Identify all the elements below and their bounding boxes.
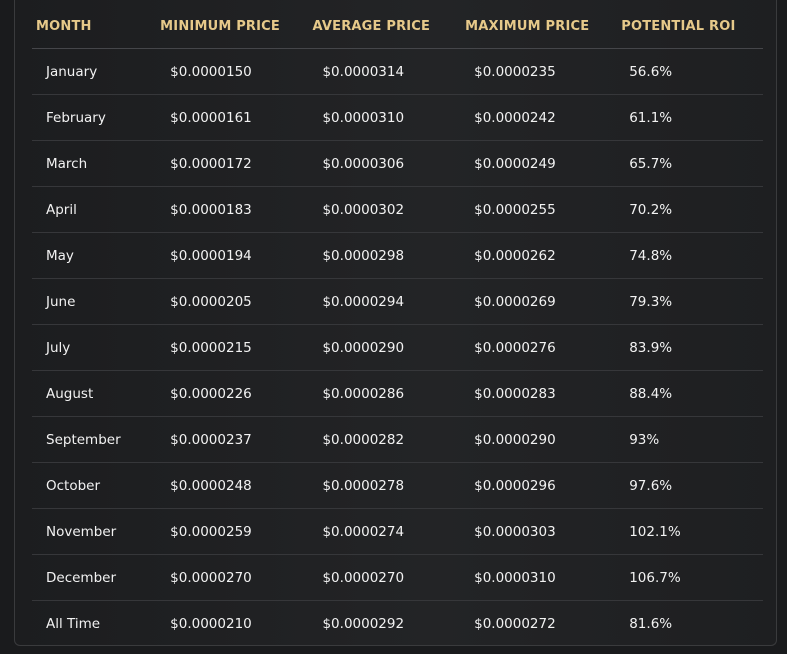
cell-potential-roi: 70.2%	[618, 186, 763, 233]
header-maximum-price: MAXIMUM PRICE	[460, 4, 619, 49]
cell-minimum-price: $0.0000194	[156, 232, 309, 279]
cell-maximum-price: $0.0000242	[460, 94, 619, 141]
cell-average-price: $0.0000294	[308, 278, 461, 325]
cell-potential-roi: 74.8%	[618, 232, 763, 279]
cell-minimum-price: $0.0000259	[156, 508, 309, 555]
cell-month: All Time	[46, 615, 101, 632]
header-row: MONTH MINIMUM PRICE AVERAGE PRICE MAXIMU…	[32, 4, 763, 49]
header-minimum-price: MINIMUM PRICE	[156, 4, 309, 49]
cell-minimum-price: $0.0000205	[156, 278, 309, 325]
cell-month: September	[32, 416, 157, 463]
cell-average-price: $0.0000282	[308, 416, 461, 463]
cell-month: March	[32, 140, 157, 187]
cell-minimum-price: $0.0000183	[156, 186, 309, 233]
cell-average-price: $0.0000310	[308, 94, 461, 141]
cell-month: February	[32, 94, 157, 141]
cell-maximum-price: $0.0000272	[474, 615, 556, 632]
cell-minimum-price: $0.0000226	[156, 370, 309, 417]
cell-average-price: $0.0000278	[308, 462, 461, 509]
table-row: June $0.0000205 $0.0000294 $0.0000269 79…	[32, 278, 763, 325]
cell-maximum-price: $0.0000235	[460, 48, 619, 95]
price-prediction-panel: MONTH MINIMUM PRICE AVERAGE PRICE MAXIMU…	[14, 0, 777, 646]
cell-month: October	[32, 462, 157, 509]
cell-minimum-price: $0.0000237	[156, 416, 309, 463]
cell-minimum-price: $0.0000210	[170, 615, 252, 632]
cell-minimum-price: $0.0000215	[156, 324, 309, 371]
cell-minimum-price: $0.0000150	[156, 48, 309, 95]
table-row: December $0.0000270 $0.0000270 $0.000031…	[32, 554, 763, 601]
cell-month: November	[32, 508, 157, 555]
cell-maximum-price: $0.0000255	[460, 186, 619, 233]
cell-month: January	[32, 48, 157, 95]
cell-maximum-price: $0.0000290	[460, 416, 619, 463]
cell-maximum-price: $0.0000310	[460, 554, 619, 601]
header-potential-roi: POTENTIAL ROI	[618, 4, 763, 49]
table-row: February $0.0000161 $0.0000310 $0.000024…	[32, 94, 763, 141]
table-row: January $0.0000150 $0.0000314 $0.0000235…	[32, 48, 763, 95]
table-row: March $0.0000172 $0.0000306 $0.0000249 6…	[32, 140, 763, 187]
cell-month: April	[32, 186, 157, 233]
price-prediction-table: MONTH MINIMUM PRICE AVERAGE PRICE MAXIMU…	[32, 4, 763, 646]
cell-month: May	[32, 232, 157, 279]
cell-potential-roi: 88.4%	[618, 370, 763, 417]
cell-potential-roi: 61.1%	[618, 94, 763, 141]
table-row: July $0.0000215 $0.0000290 $0.0000276 83…	[32, 324, 763, 371]
table-row: All Time $0.0000210 $0.0000292 $0.000027…	[32, 601, 763, 647]
cell-minimum-price: $0.0000248	[156, 462, 309, 509]
cell-maximum-price: $0.0000276	[460, 324, 619, 371]
cell-month: August	[32, 370, 157, 417]
cell-maximum-price: $0.0000249	[460, 140, 619, 187]
table-header: MONTH MINIMUM PRICE AVERAGE PRICE MAXIMU…	[32, 4, 763, 49]
cell-minimum-price: $0.0000161	[156, 94, 309, 141]
cell-average-price: $0.0000292	[322, 615, 405, 632]
cell-average-price: $0.0000302	[308, 186, 461, 233]
cell-average-price: $0.0000306	[308, 140, 461, 187]
cell-average-price: $0.0000290	[308, 324, 461, 371]
table-body: January $0.0000150 $0.0000314 $0.0000235…	[32, 48, 763, 647]
cell-minimum-price: $0.0000270	[156, 554, 309, 601]
cell-potential-roi: 81.6%	[629, 615, 673, 632]
table-row: May $0.0000194 $0.0000298 $0.0000262 74.…	[32, 232, 763, 279]
cell-month: July	[32, 324, 157, 371]
cell-average-price: $0.0000314	[308, 48, 461, 95]
cell-average-price: $0.0000298	[308, 232, 461, 279]
header-average-price: AVERAGE PRICE	[308, 4, 461, 49]
table-row: September $0.0000237 $0.0000282 $0.00002…	[32, 416, 763, 463]
cell-potential-roi: 102.1%	[618, 508, 763, 555]
table-row: October $0.0000248 $0.0000278 $0.0000296…	[32, 462, 763, 509]
cell-average-price: $0.0000270	[308, 554, 461, 601]
cell-maximum-price: $0.0000269	[460, 278, 619, 325]
cell-average-price: $0.0000286	[308, 370, 461, 417]
cell-potential-roi: 83.9%	[618, 324, 763, 371]
cell-potential-roi: 56.6%	[618, 48, 763, 95]
cell-potential-roi: 97.6%	[618, 462, 763, 509]
cell-potential-roi: 93%	[618, 416, 763, 463]
cell-month: December	[32, 554, 157, 601]
cell-potential-roi: 65.7%	[618, 140, 763, 187]
header-month: MONTH	[32, 4, 157, 49]
cell-maximum-price: $0.0000296	[460, 462, 619, 509]
cell-month: June	[32, 278, 157, 325]
cell-potential-roi: 79.3%	[618, 278, 763, 325]
cell-average-price: $0.0000274	[308, 508, 461, 555]
cell-potential-roi: 106.7%	[618, 554, 763, 601]
table-row: April $0.0000183 $0.0000302 $0.0000255 7…	[32, 186, 763, 233]
cell-maximum-price: $0.0000303	[460, 508, 619, 555]
cell-maximum-price: $0.0000283	[460, 370, 619, 417]
cell-maximum-price: $0.0000262	[460, 232, 619, 279]
table-row: November $0.0000259 $0.0000274 $0.000030…	[32, 508, 763, 555]
table-row: August $0.0000226 $0.0000286 $0.0000283 …	[32, 370, 763, 417]
cell-minimum-price: $0.0000172	[156, 140, 309, 187]
